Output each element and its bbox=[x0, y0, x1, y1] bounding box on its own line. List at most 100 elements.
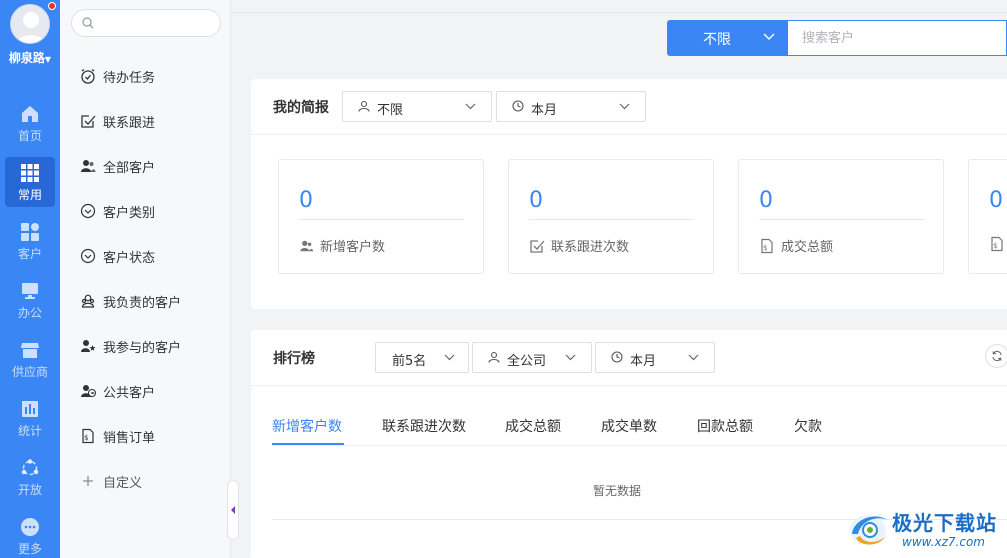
brief-person-value: 不限 bbox=[377, 103, 404, 118]
empty-state-text: 暂无数据 bbox=[592, 484, 641, 498]
menu-item-todo[interactable]: 待办任务 bbox=[80, 64, 220, 88]
nav-item-more[interactable]: 更多 bbox=[0, 511, 60, 558]
menu-item-all-customers[interactable]: 全部客户 bbox=[80, 154, 220, 178]
nav-item-label: 首页 bbox=[17, 129, 42, 143]
nav-item-label: 常用 bbox=[17, 188, 42, 202]
user-icon bbox=[358, 100, 370, 112]
stat-label: 成交总额 bbox=[781, 240, 834, 255]
monitor-icon bbox=[22, 283, 38, 299]
scope-select[interactable]: 不限 bbox=[667, 20, 788, 56]
search-icon bbox=[82, 17, 94, 29]
stat-card-clipped[interactable]: 0 $ bbox=[968, 159, 1007, 274]
checkbox-icon bbox=[530, 239, 545, 253]
order-icon: $ bbox=[761, 238, 773, 253]
menu-item-customer-category[interactable]: 客户类别 bbox=[80, 199, 220, 223]
menu-item-followup[interactable]: 联系跟进 bbox=[80, 109, 220, 133]
stat-label-row: 新增客户数 bbox=[299, 236, 385, 255]
tab-deal-total[interactable]: 成交总额 bbox=[505, 416, 561, 436]
plus-icon bbox=[83, 476, 93, 486]
refresh-button[interactable] bbox=[985, 344, 1007, 368]
apps-icon bbox=[21, 223, 39, 241]
users-icon bbox=[300, 240, 314, 251]
grid-icon bbox=[21, 164, 39, 182]
nav-item-office[interactable]: 办公 bbox=[0, 275, 60, 331]
menu-search-input[interactable] bbox=[71, 9, 221, 37]
ranking-scope-select[interactable]: 全公司 bbox=[472, 342, 592, 373]
divider bbox=[759, 219, 924, 220]
nav-item-home[interactable]: 首页 bbox=[0, 98, 60, 154]
stat-label-row: $ 成交总额 bbox=[759, 236, 833, 255]
menu-item-public-customers[interactable]: 公共客户 bbox=[80, 379, 220, 403]
avatar[interactable] bbox=[10, 4, 50, 44]
stat-label-row: $ bbox=[989, 236, 1007, 252]
home-icon bbox=[22, 106, 38, 122]
stat-value: 0 bbox=[299, 188, 313, 213]
open-icon bbox=[21, 459, 39, 476]
tab-payment-total[interactable]: 回款总额 bbox=[697, 416, 753, 436]
nav-item-open[interactable]: 开放 bbox=[0, 452, 60, 508]
tab-followups[interactable]: 联系跟进次数 bbox=[382, 416, 466, 436]
nav-item-supplier[interactable]: 供应商 bbox=[0, 334, 60, 390]
stat-card-new-customers[interactable]: 0 新增客户数 bbox=[278, 159, 484, 274]
chevron-down-icon bbox=[465, 103, 476, 110]
stats-icon bbox=[22, 401, 38, 417]
divider bbox=[299, 219, 464, 220]
nav-item-label: 统计 bbox=[17, 424, 42, 438]
brief-person-select[interactable]: 不限 bbox=[342, 91, 492, 122]
stat-label: 联系跟进次数 bbox=[551, 240, 630, 255]
svg-text:$: $ bbox=[993, 242, 997, 250]
menu-item-label: 公共客户 bbox=[103, 385, 156, 401]
menu-item-label: 待办任务 bbox=[103, 70, 156, 86]
brief-title: 我的简报 bbox=[273, 100, 329, 116]
ranking-period-value: 本月 bbox=[630, 354, 657, 369]
stat-value: 0 bbox=[989, 188, 1003, 213]
menu-item-joined-customers[interactable]: 我参与的客户 bbox=[80, 334, 220, 358]
refresh-icon bbox=[992, 350, 1002, 362]
customer-search-field[interactable] bbox=[788, 20, 1007, 56]
nav-item-customer[interactable]: 客户 bbox=[0, 216, 60, 272]
user-group-icon bbox=[81, 294, 95, 308]
menu-item-customer-status[interactable]: 客户状态 bbox=[80, 244, 220, 268]
clock-icon bbox=[611, 351, 623, 363]
order-icon: $ bbox=[991, 236, 1003, 252]
user-menu[interactable]: 柳泉路▼ bbox=[0, 49, 60, 66]
tab-deal-count[interactable]: 成交单数 bbox=[601, 416, 657, 436]
stat-value: 0 bbox=[759, 188, 773, 213]
ranking-scope-value: 全公司 bbox=[507, 354, 547, 369]
scope-select-value: 不限 bbox=[703, 32, 731, 48]
nav-item-stats[interactable]: 统计 bbox=[0, 393, 60, 449]
chevron-down-icon bbox=[619, 103, 630, 110]
stat-label: 新增客户数 bbox=[320, 240, 386, 255]
sidebar-collapse-handle[interactable] bbox=[227, 480, 239, 540]
tab-new-customers[interactable]: 新增客户数 bbox=[272, 416, 342, 436]
brief-period-value: 本月 bbox=[531, 103, 558, 118]
menu-item-label: 客户状态 bbox=[103, 250, 156, 266]
stat-card-deal-total[interactable]: 0 $ 成交总额 bbox=[738, 159, 944, 274]
brief-period-select[interactable]: 本月 bbox=[496, 91, 646, 122]
caret-left-icon bbox=[231, 506, 235, 514]
ranking-top-select[interactable]: 前5名 bbox=[375, 342, 469, 373]
caret-down-icon: ▼ bbox=[44, 55, 52, 64]
brief-header: 我的简报 不限 本月 bbox=[251, 79, 1007, 135]
sub-menu: 待办任务 联系跟进 全部客户 客户类别 客户状态 我负责的客户 我参与的客户 公… bbox=[60, 0, 231, 558]
stat-card-followups[interactable]: 0 联系跟进次数 bbox=[508, 159, 714, 274]
watermark-logo-icon bbox=[850, 515, 888, 545]
user-icon bbox=[488, 351, 500, 363]
svg-text:$: $ bbox=[763, 244, 767, 252]
customer-search-input[interactable] bbox=[788, 21, 988, 55]
tab-arrears[interactable]: 欠款 bbox=[794, 416, 822, 436]
chevron-down-icon bbox=[763, 33, 775, 40]
chevron-down-icon bbox=[444, 354, 455, 361]
stat-label-row: 联系跟进次数 bbox=[529, 236, 629, 255]
watermark-name: 极光下载站 bbox=[892, 511, 997, 535]
ranking-period-select[interactable]: 本月 bbox=[595, 342, 715, 373]
active-tab-indicator bbox=[272, 443, 344, 445]
main-nav: 柳泉路▼ 首页 常用 客户 办公 供应商 统计 开放 更多 bbox=[0, 0, 60, 558]
menu-item-sales-orders[interactable]: $ 销售订单 bbox=[80, 424, 220, 448]
nav-item-common[interactable]: 常用 bbox=[5, 157, 55, 207]
menu-item-custom[interactable]: 自定义 bbox=[80, 469, 220, 493]
nav-item-label: 更多 bbox=[17, 542, 42, 556]
menu-item-my-customers[interactable]: 我负责的客户 bbox=[80, 289, 220, 313]
clock-icon bbox=[512, 100, 524, 112]
user-share-icon bbox=[81, 385, 96, 398]
